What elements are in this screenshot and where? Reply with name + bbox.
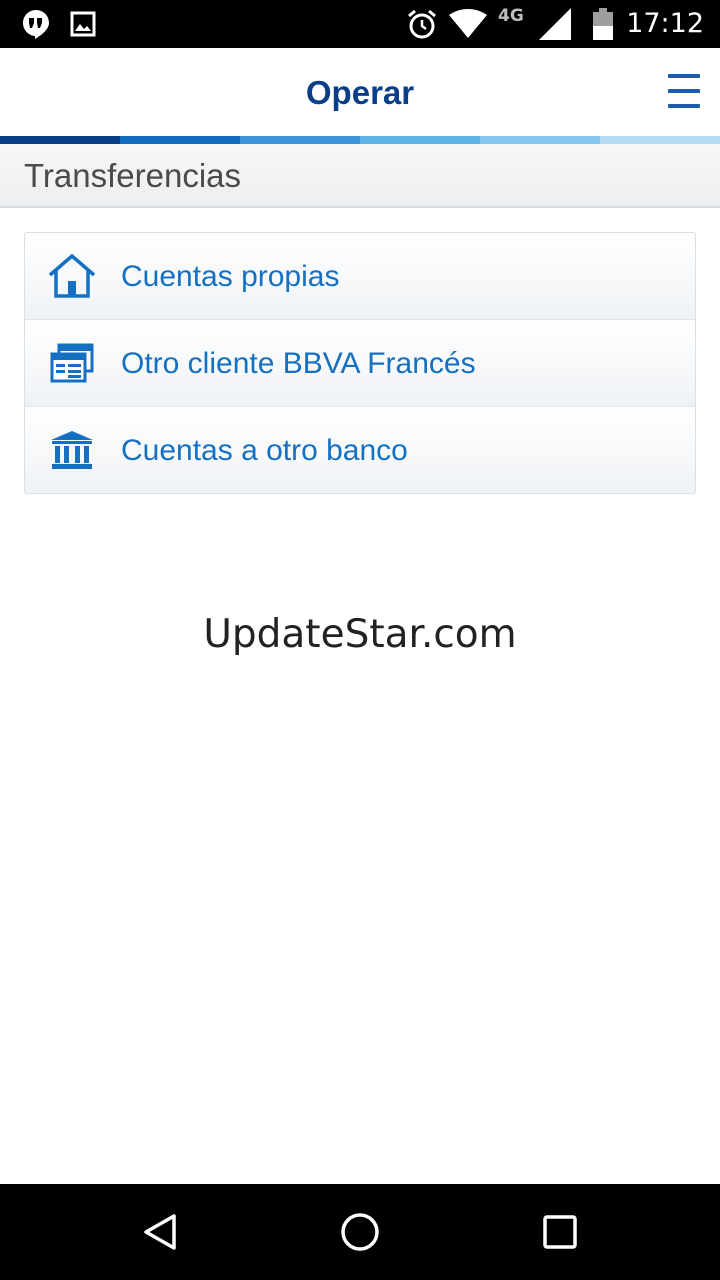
network-type: 4G (498, 6, 524, 26)
bank-icon (47, 426, 97, 474)
stripe-segment (240, 136, 360, 144)
clock: 17:12 (626, 8, 704, 39)
home-icon[interactable] (338, 1210, 382, 1254)
stripe-segment (0, 136, 120, 144)
stripe-segment (480, 136, 600, 144)
color-stripe (0, 136, 720, 144)
stripe-segment (600, 136, 720, 144)
option-otro-banco[interactable]: Cuentas a otro banco (25, 406, 695, 493)
option-otro-cliente[interactable]: Otro cliente BBVA Francés (25, 319, 695, 406)
signal-icon (538, 0, 572, 48)
status-bar: 4G 17:12 (0, 0, 720, 48)
wifi-icon (448, 0, 488, 48)
back-icon[interactable] (138, 1210, 182, 1254)
hangouts-icon (22, 0, 50, 48)
watermark: UpdateStar.com (203, 612, 517, 657)
cards-icon (47, 339, 97, 387)
alarm-icon (406, 0, 438, 48)
section-header: Transferencias (0, 144, 720, 208)
stripe-segment (360, 136, 480, 144)
recents-icon[interactable] (538, 1210, 582, 1254)
image-icon (70, 0, 96, 48)
navigation-bar (0, 1184, 720, 1280)
stripe-segment (120, 136, 240, 144)
transfer-options-list: Cuentas propias Otro cliente BBVA Francé… (24, 232, 696, 494)
house-icon (47, 252, 97, 300)
battery-icon (592, 0, 614, 48)
option-label: Cuentas a otro banco (121, 434, 408, 467)
page-title: Operar (305, 74, 415, 111)
section-title: Transferencias (24, 157, 242, 194)
option-label: Cuentas propias (121, 260, 340, 293)
hamburger-menu-icon[interactable] (668, 74, 700, 108)
app-header: Operar (0, 48, 720, 136)
option-cuentas-propias[interactable]: Cuentas propias (25, 233, 695, 319)
option-label: Otro cliente BBVA Francés (121, 347, 476, 380)
